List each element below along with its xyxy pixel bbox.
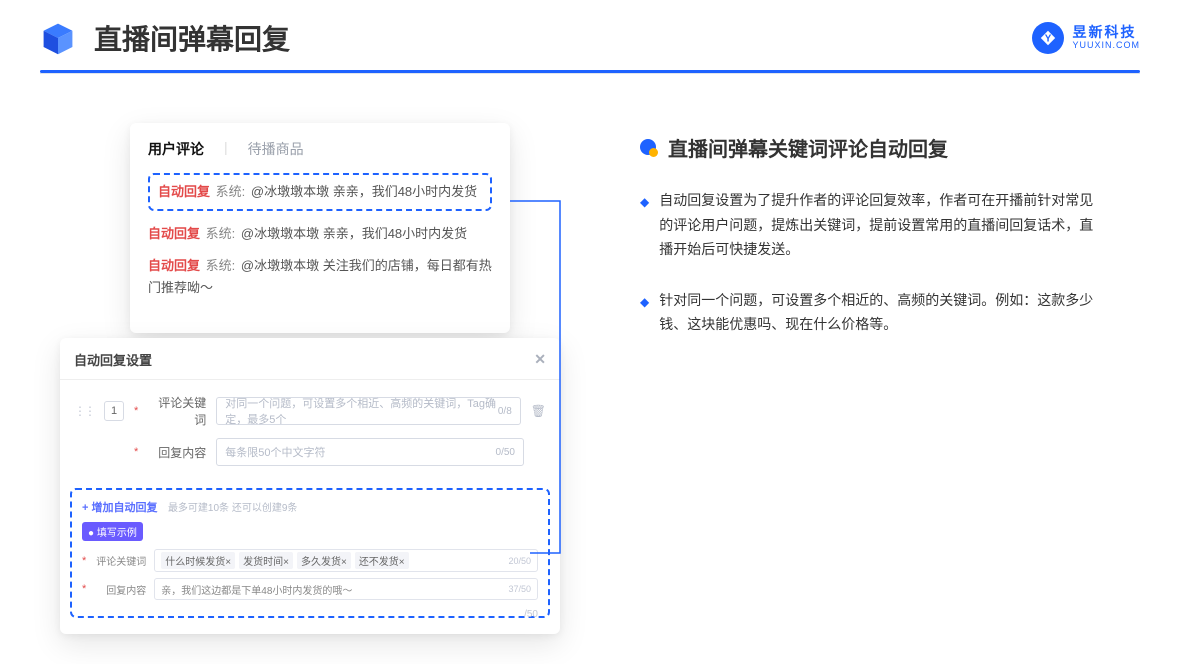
logo-subtext: YUUXIN.COM — [1072, 41, 1140, 51]
add-auto-reply-link[interactable]: + 增加自动回复 — [82, 502, 157, 514]
example-highlight-box: + 增加自动回复 最多可建10条 还可以创建9条 ● 填写示例 * 评论关键词 … — [70, 488, 550, 618]
example-keyword-label: 评论关键词 — [94, 553, 146, 568]
comments-card: 用户评论 | 待播商品 自动回复 系统: @冰墩墩本墩 亲亲，我们48小时内发货… — [130, 123, 510, 333]
bullet-item: ◆ 针对同一个问题，可设置多个相近的、高频的关键词。例如：这款多少钱、这块能优惠… — [640, 288, 1100, 337]
brand-logo: Y 昱新科技 YUUXIN.COM — [1032, 22, 1140, 54]
cube-icon — [40, 20, 76, 56]
example-keyword-row: * 评论关键词 什么时候发货× 发货时间× 多久发货× 还不发货× 20/50 — [82, 549, 538, 572]
header-underline — [40, 70, 1140, 73]
auto-reply-label: 自动回复 — [158, 184, 210, 199]
keyword-input[interactable]: 对同一个问题，可设置多个相近、高频的关键词，Tag确定，最多5个 0/8 — [216, 397, 520, 425]
example-keyword-input[interactable]: 什么时候发货× 发货时间× 多久发货× 还不发货× 20/50 — [154, 549, 538, 572]
content-field-row: * 回复内容 每条限50个中文字符 0/50 — [74, 438, 546, 466]
content-placeholder: 每条限50个中文字符 — [225, 444, 325, 460]
system-label: 系统: — [206, 258, 236, 273]
example-content-input[interactable]: 亲，我们这边都是下单48小时内发货的哦～ 37/50 — [154, 578, 538, 600]
keyword-label: 评论关键词 — [148, 394, 206, 428]
row-number: 1 — [104, 401, 124, 421]
page-header: 直播间弹幕回复 Y 昱新科技 YUUXIN.COM — [0, 0, 1180, 70]
tab-pending-goods[interactable]: 待播商品 — [248, 139, 304, 159]
add-hint: 最多可建10条 还可以创建9条 — [168, 503, 297, 514]
tab-user-comments[interactable]: 用户评论 — [148, 139, 204, 159]
page-title: 直播间弹幕回复 — [94, 18, 290, 58]
logo-text: 昱新科技 — [1072, 25, 1140, 40]
content-label: 回复内容 — [148, 444, 206, 461]
settings-header: 自动回复设置 ✕ — [60, 350, 560, 380]
example-content-label: 回复内容 — [94, 582, 146, 597]
required-star-icon: * — [82, 583, 86, 595]
keyword-tag[interactable]: 什么时候发货× — [161, 552, 235, 569]
comments-tabs: 用户评论 | 待播商品 — [148, 139, 492, 159]
comment-row: 自动回复 系统: @冰墩墩本墩 亲亲，我们48小时内发货 — [158, 181, 482, 203]
close-icon[interactable]: ✕ — [534, 351, 546, 368]
example-content-text: 亲，我们这边都是下单48小时内发货的哦～ — [161, 582, 352, 597]
keyword-tag[interactable]: 还不发货× — [355, 552, 409, 569]
auto-reply-label: 自动回复 — [148, 226, 200, 241]
example-content-row: * 回复内容 亲，我们这边都是下单48小时内发货的哦～ 37/50 — [82, 578, 538, 600]
extra-counter: /50 — [524, 609, 538, 620]
highlighted-comment: 自动回复 系统: @冰墩墩本墩 亲亲，我们48小时内发货 — [148, 173, 492, 211]
bullet-text: 针对同一个问题，可设置多个相近的、高频的关键词。例如：这款多少钱、这块能优惠吗、… — [659, 288, 1100, 337]
system-label: 系统: — [206, 226, 236, 241]
trash-icon[interactable]: 🗑 — [531, 404, 546, 418]
required-star-icon: * — [134, 405, 138, 417]
tab-divider: | — [224, 139, 228, 159]
svg-text:Y: Y — [1045, 34, 1052, 45]
diamond-bullet-icon: ◆ — [640, 292, 649, 337]
keyword-tag[interactable]: 多久发货× — [297, 552, 351, 569]
comment-row: 自动回复 系统: @冰墩墩本墩 亲亲，我们48小时内发货 — [148, 223, 492, 245]
settings-title: 自动回复设置 — [74, 350, 152, 369]
drag-handle-icon[interactable]: ⋮⋮ — [74, 404, 94, 418]
auto-reply-label: 自动回复 — [148, 258, 200, 273]
comment-row: 自动回复 系统: @冰墩墩本墩 关注我们的店铺，每日都有热门推荐呦～ — [148, 255, 492, 299]
keyword-placeholder: 对同一个问题，可设置多个相近、高频的关键词，Tag确定，最多5个 — [225, 395, 511, 427]
comment-text: @冰墩墩本墩 亲亲，我们48小时内发货 — [251, 184, 477, 199]
content-input[interactable]: 每条限50个中文字符 0/50 — [216, 438, 524, 466]
diamond-bullet-icon: ◆ — [640, 192, 649, 262]
logo-mark-icon: Y — [1032, 22, 1064, 54]
content-counter: 0/50 — [496, 447, 515, 458]
section-title-text: 直播间弹幕关键词评论自动回复 — [668, 133, 948, 162]
example-badge: ● 填写示例 — [82, 522, 143, 541]
required-star-icon: * — [134, 446, 138, 458]
double-dot-icon — [640, 139, 658, 157]
example-content-counter: 37/50 — [508, 584, 531, 594]
system-label: 系统: — [216, 184, 246, 199]
screenshot-column: 用户评论 | 待播商品 自动回复 系统: @冰墩墩本墩 亲亲，我们48小时内发货… — [60, 123, 580, 363]
keyword-field-row: ⋮⋮ 1 * 评论关键词 对同一个问题，可设置多个相近、高频的关键词，Tag确定… — [74, 394, 546, 428]
comment-text: @冰墩墩本墩 亲亲，我们48小时内发货 — [241, 226, 467, 241]
settings-card: 自动回复设置 ✕ ⋮⋮ 1 * 评论关键词 对同一个问题，可设置多个相近、高频的… — [60, 338, 560, 634]
required-star-icon: * — [82, 555, 86, 567]
keyword-tag[interactable]: 发货时间× — [239, 552, 293, 569]
bullet-text: 自动回复设置为了提升作者的评论回复效率，作者可在开播前针对常见的评论用户问题，提… — [659, 188, 1100, 262]
example-keyword-counter: 20/50 — [508, 556, 531, 566]
description-column: 直播间弹幕关键词评论自动回复 ◆ 自动回复设置为了提升作者的评论回复效率，作者可… — [640, 123, 1140, 363]
section-title: 直播间弹幕关键词评论自动回复 — [640, 133, 1140, 162]
bullet-item: ◆ 自动回复设置为了提升作者的评论回复效率，作者可在开播前针对常见的评论用户问题… — [640, 188, 1100, 262]
keyword-counter: 0/8 — [498, 406, 512, 417]
